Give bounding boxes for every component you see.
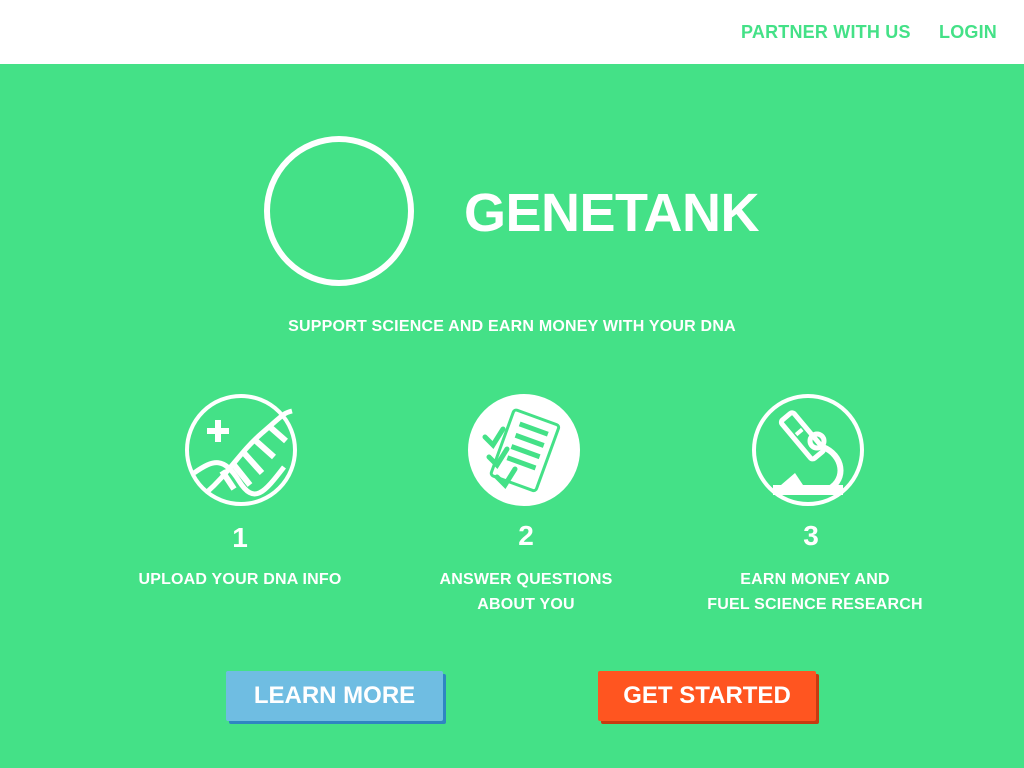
get-started-button[interactable]: GET STARTED <box>598 671 816 721</box>
step-1-number: 1 <box>232 522 248 553</box>
step-3-label: EARN MONEY AND FUEL SCIENCE RESEARCH <box>665 567 965 617</box>
partner-with-us-link[interactable]: PARTNER WITH US <box>741 22 911 43</box>
step-3-label-line1: EARN MONEY AND <box>740 571 890 588</box>
top-nav-bar: PARTNER WITH US LOGIN <box>0 0 1024 64</box>
logo-circle <box>264 136 414 286</box>
brand-title: GENETANK <box>464 183 760 243</box>
step-1-label: UPLOAD YOUR DNA INFO <box>90 567 390 592</box>
step-2-label: ANSWER QUESTIONS ABOUT YOU <box>376 567 676 617</box>
dna-upload-icon <box>185 394 297 506</box>
step-3-number: 3 <box>803 520 819 551</box>
step-2-number: 2 <box>518 520 534 551</box>
step-3-label-line2: FUEL SCIENCE RESEARCH <box>707 596 923 613</box>
questionnaire-icon <box>468 394 580 506</box>
login-link[interactable]: LOGIN <box>939 22 997 43</box>
step-1-label-line1: UPLOAD YOUR DNA INFO <box>138 571 342 588</box>
step-2-label-line1: ANSWER QUESTIONS <box>439 571 613 588</box>
step-2-label-line2: ABOUT YOU <box>477 596 575 613</box>
learn-more-button[interactable]: LEARN MORE <box>226 671 443 721</box>
microscope-icon <box>752 394 864 506</box>
tagline: SUPPORT SCIENCE AND EARN MONEY WITH YOUR… <box>288 318 736 335</box>
